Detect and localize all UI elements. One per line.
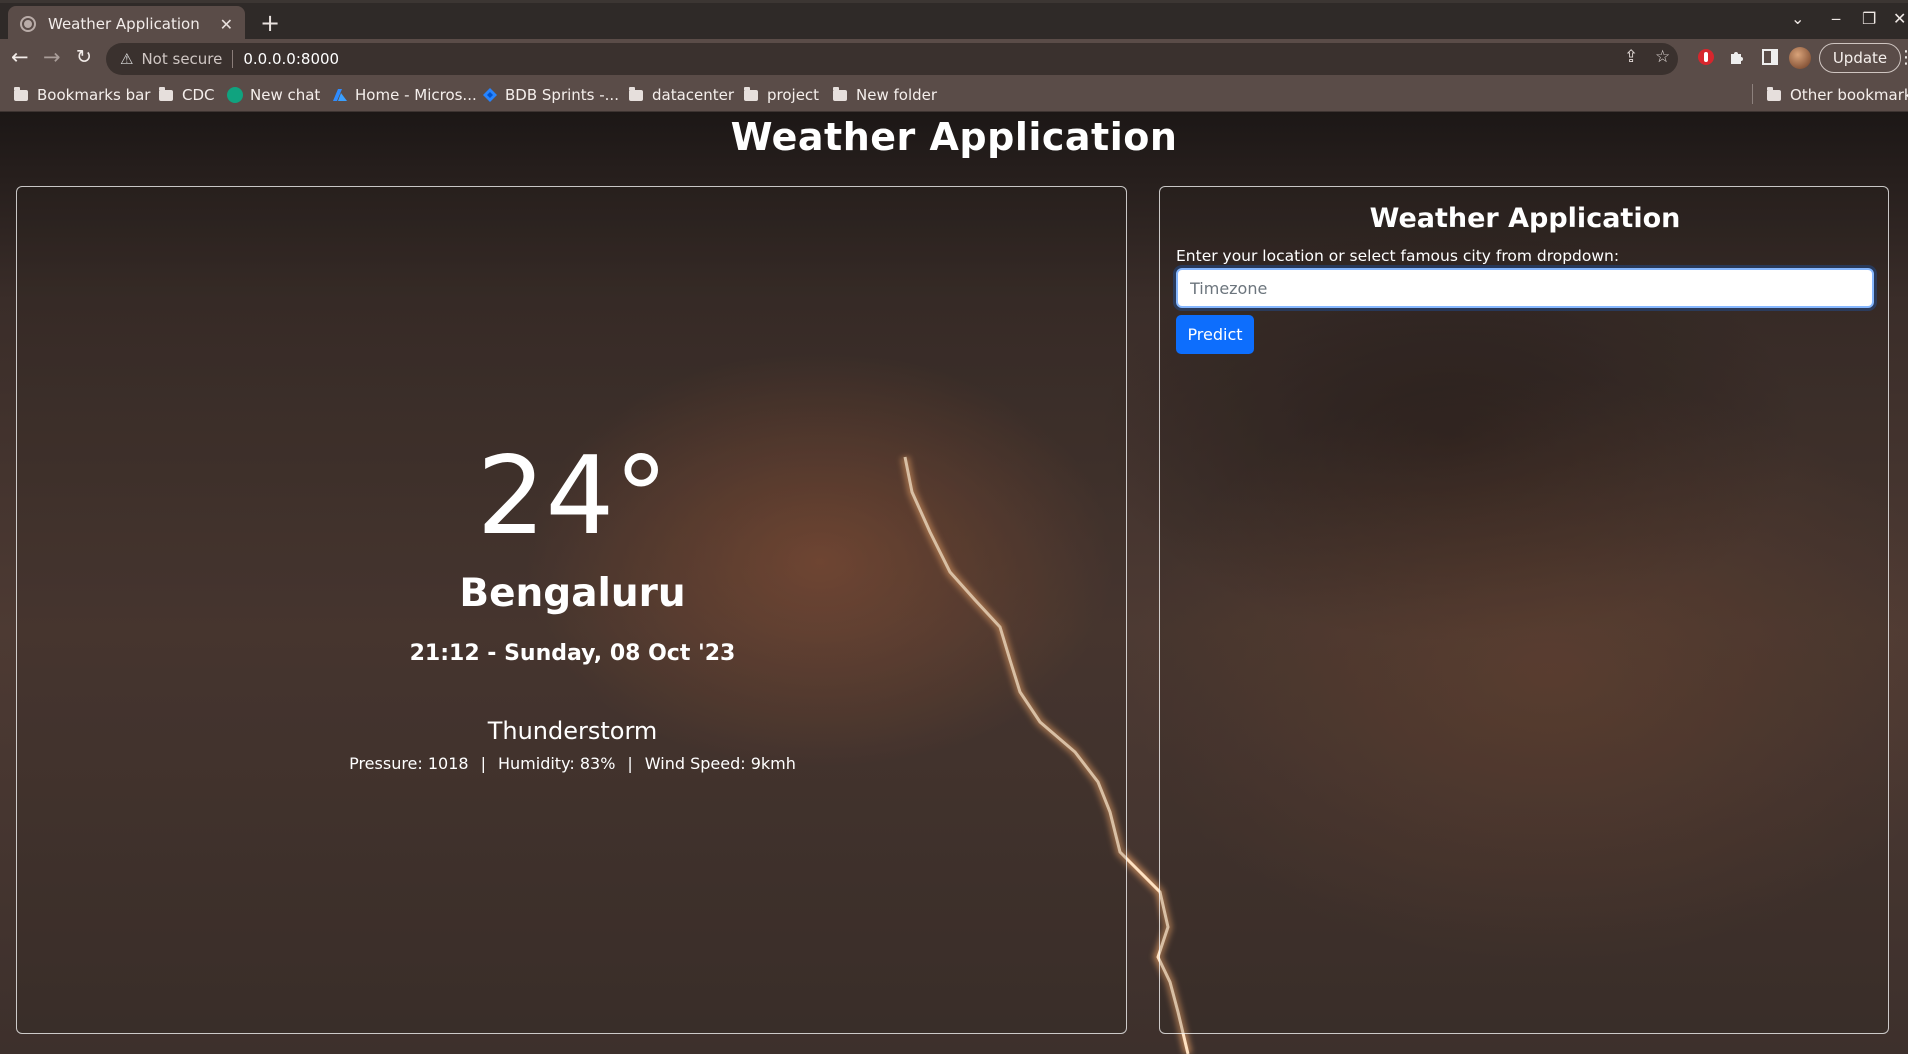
- puzzle-icon[interactable]: [1727, 47, 1747, 67]
- pressure-value: Pressure: 1018: [349, 754, 469, 773]
- extension-icon[interactable]: [1696, 47, 1716, 67]
- location-form-card: Weather Application Enter your location …: [1159, 186, 1889, 1034]
- city-name: Bengaluru: [459, 571, 686, 616]
- browser-tab[interactable]: Weather Application ✕: [8, 6, 245, 42]
- bookmarks-divider: [1752, 84, 1753, 104]
- update-button[interactable]: Update: [1819, 43, 1901, 73]
- location-label: Enter your location or select famous cit…: [1176, 247, 1620, 265]
- bookmarks-bar: Bookmarks bar CDC New chat Home - Micros…: [0, 78, 1908, 112]
- other-bookmarks[interactable]: Other bookmarks: [1767, 86, 1908, 104]
- weather-condition: Thunderstorm: [487, 717, 658, 745]
- humidity-value: Humidity: 83%: [497, 754, 616, 773]
- browser-toolbar: ← → ↻ ⚠ Not secure 0.0.0.0:8000 ⇪ ☆: [0, 39, 1908, 78]
- restore-icon[interactable]: ❐: [1862, 9, 1876, 28]
- azure-icon: [332, 87, 348, 103]
- tab-close-icon[interactable]: ✕: [220, 15, 233, 34]
- date-time: 21:12 - Sunday, 08 Oct '23: [409, 641, 736, 666]
- side-panel-icon[interactable]: [1760, 47, 1780, 67]
- folder-icon: [744, 86, 758, 101]
- folder-icon: [1767, 86, 1781, 101]
- weather-stats: Pressure: 1018 | Humidity: 83% | Wind Speed:…: [17, 754, 1128, 773]
- bookmark-item[interactable]: CDC: [159, 86, 215, 104]
- folder-icon: [833, 86, 847, 101]
- forward-icon[interactable]: →: [43, 45, 61, 69]
- bookmark-star-icon[interactable]: ☆: [1655, 47, 1670, 67]
- share-icon[interactable]: ⇪: [1624, 47, 1638, 67]
- bookmark-item[interactable]: New chat: [227, 86, 320, 104]
- wind-speed-value: Wind Speed: 9kmh: [644, 754, 796, 773]
- tab-strip: Weather Application ✕ + ⌄ ‒ ❐ ✕: [0, 0, 1908, 42]
- back-icon[interactable]: ←: [11, 45, 29, 69]
- bookmark-item[interactable]: Bookmarks bar: [14, 86, 150, 104]
- tab-search-chevron-icon[interactable]: ⌄: [1791, 9, 1804, 28]
- form-title: Weather Application: [1369, 203, 1681, 234]
- bookmark-item[interactable]: project: [744, 86, 819, 104]
- stat-separator: |: [480, 754, 486, 773]
- reload-icon[interactable]: ↻: [76, 46, 92, 68]
- address-bar[interactable]: ⚠ Not secure 0.0.0.0:8000: [106, 43, 1678, 75]
- bookmark-item[interactable]: datacenter: [629, 86, 734, 104]
- close-window-icon[interactable]: ✕: [1893, 9, 1906, 28]
- warning-icon: ⚠: [120, 50, 134, 68]
- page-title: Weather Application: [730, 115, 1178, 159]
- new-tab-button[interactable]: +: [260, 9, 280, 37]
- tab-title: Weather Application: [48, 15, 200, 33]
- security-label[interactable]: Not secure: [141, 50, 222, 68]
- folder-icon: [159, 86, 173, 101]
- weather-summary: 24° Bengaluru 21:12 - Sunday, 08 Oct '23…: [17, 187, 1128, 1035]
- url-text[interactable]: 0.0.0.0:8000: [243, 50, 339, 68]
- profile-avatar[interactable]: [1789, 47, 1811, 69]
- predict-button[interactable]: Predict: [1176, 315, 1254, 354]
- folder-icon: [629, 86, 643, 101]
- weather-display-card: 24° Bengaluru 21:12 - Sunday, 08 Oct '23…: [16, 186, 1127, 1034]
- location-input[interactable]: [1176, 268, 1874, 308]
- omnibox-divider: [232, 50, 234, 68]
- folder-icon: [14, 86, 28, 101]
- page-viewport: Weather Application 24° Bengaluru 21:12 …: [0, 112, 1908, 1054]
- chatgpt-icon: [227, 87, 243, 103]
- minimize-icon[interactable]: ‒: [1831, 9, 1841, 28]
- menu-kebab-icon[interactable]: ⋮: [1897, 47, 1908, 68]
- globe-icon: [20, 16, 36, 32]
- bookmark-item[interactable]: Home - Micros...: [332, 86, 477, 104]
- jira-icon: [482, 87, 498, 103]
- bookmark-item[interactable]: BDB Sprints -...: [482, 86, 619, 104]
- stat-separator: |: [627, 754, 633, 773]
- bookmark-item[interactable]: New folder: [833, 86, 937, 104]
- temperature-value: 24°: [476, 434, 669, 559]
